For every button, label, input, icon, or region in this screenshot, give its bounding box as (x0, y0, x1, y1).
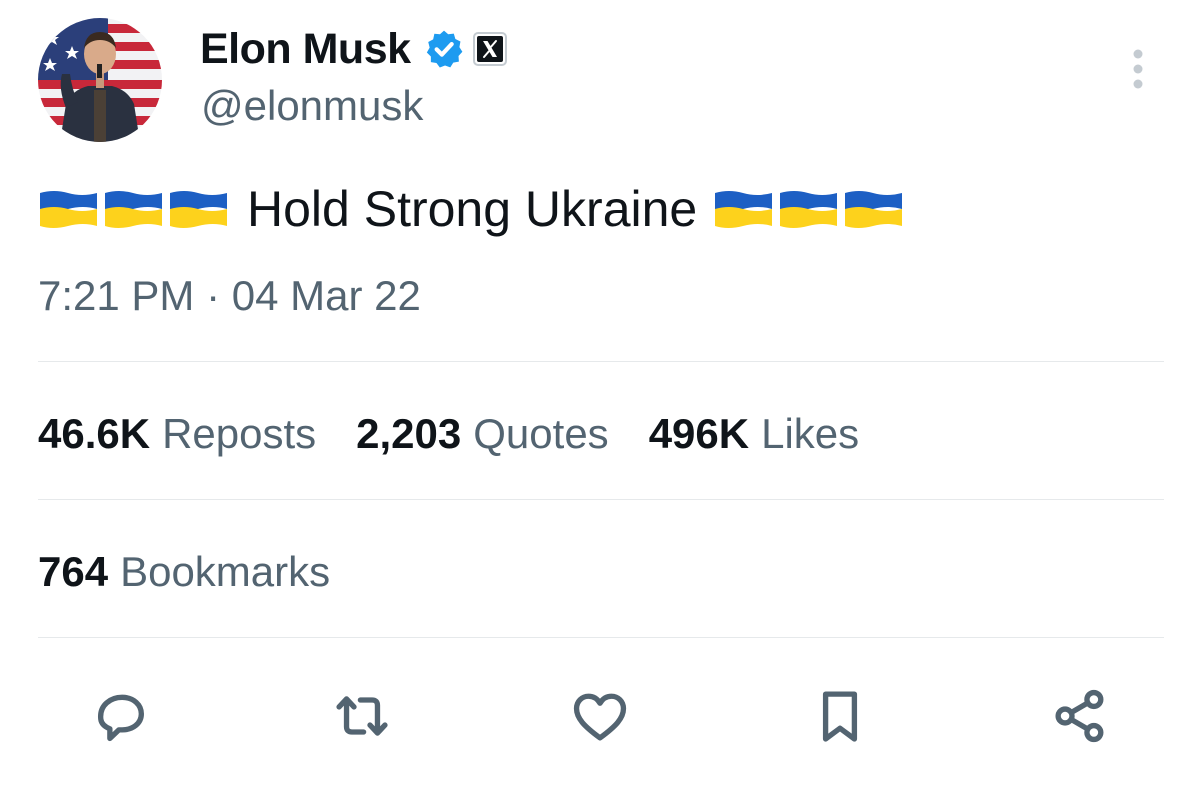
reposts-stat[interactable]: 46.6K Reposts (38, 410, 316, 458)
share-button[interactable] (1040, 676, 1120, 756)
tweet-text-body: Hold Strong Ukraine (247, 181, 698, 237)
like-button[interactable] (560, 676, 640, 756)
bookmarks-count: 764 (38, 548, 109, 595)
bookmarks-label: Bookmarks (120, 548, 331, 595)
like-icon (573, 693, 627, 741)
display-name[interactable]: Elon Musk (200, 25, 411, 74)
verified-badge-icon[interactable] (423, 28, 465, 70)
tweet-text: Hold Strong Ukraine (38, 178, 908, 240)
ukraine-flag-icon (40, 190, 97, 228)
profile-photo (38, 18, 162, 142)
ukraine-flag-icon (845, 190, 903, 228)
trailing-flags (713, 189, 908, 230)
likes-count: 496K (648, 410, 750, 457)
divider (38, 499, 1164, 500)
user-handle[interactable]: @elonmusk (201, 82, 423, 130)
reply-button[interactable] (80, 676, 160, 756)
quotes-label: Quotes (473, 410, 609, 457)
divider (38, 361, 1164, 362)
ukraine-flag-icon (105, 190, 162, 228)
more-options-icon[interactable] (1126, 48, 1150, 90)
likes-label: Likes (761, 410, 860, 457)
tweet-timestamp[interactable]: 7:21 PM · 04 Mar 22 (38, 272, 421, 320)
avatar[interactable] (38, 18, 162, 142)
leading-flags (38, 189, 233, 230)
x-logo-icon[interactable] (472, 32, 507, 66)
likes-stat[interactable]: 496K Likes (649, 410, 859, 458)
reposts-label: Reposts (162, 410, 317, 457)
quotes-count: 2,203 (356, 410, 462, 457)
ukraine-flag-icon (170, 190, 227, 228)
bookmark-button[interactable] (800, 676, 880, 756)
ukraine-flag-icon (715, 190, 773, 228)
divider (38, 637, 1164, 638)
repost-button[interactable] (322, 676, 402, 756)
repost-icon (336, 696, 388, 736)
share-icon (1055, 689, 1104, 743)
reposts-count: 46.6K (38, 410, 151, 457)
author-name-row: Elon Musk (200, 24, 507, 74)
reply-icon (98, 694, 144, 742)
action-bar (0, 676, 1200, 756)
bookmarks-stat[interactable]: 764 Bookmarks (38, 548, 330, 596)
engagement-stats: 46.6K Reposts 2,203 Quotes 496K Likes (38, 410, 899, 458)
quotes-stat[interactable]: 2,203 Quotes (356, 410, 609, 458)
ukraine-flag-icon (780, 190, 838, 228)
bookmark-icon (822, 691, 858, 742)
